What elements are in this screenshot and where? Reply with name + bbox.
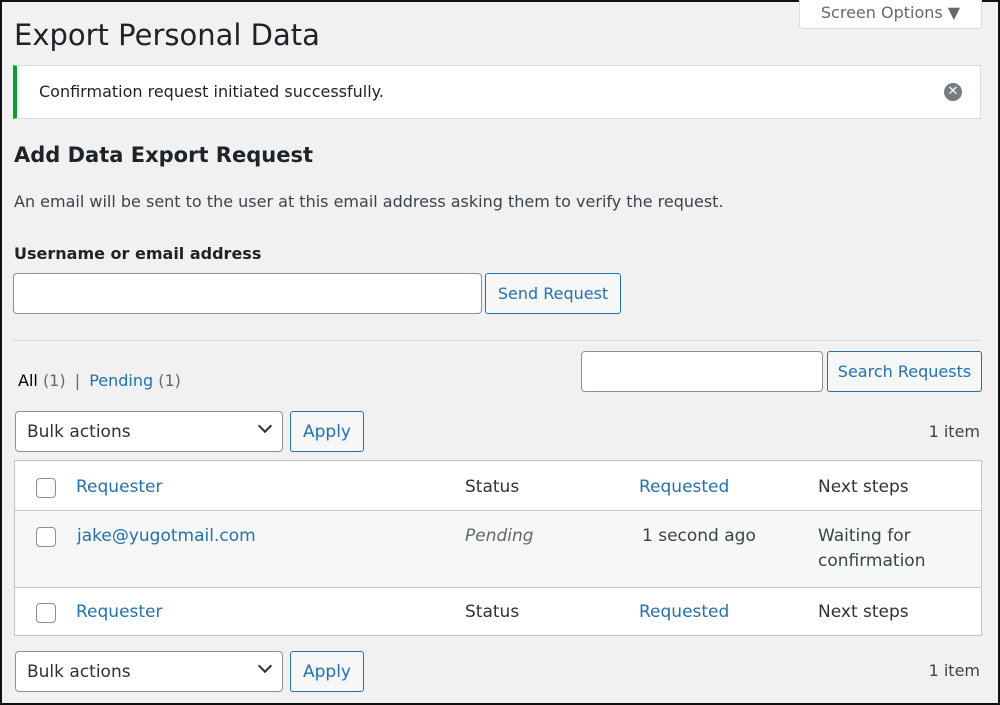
username-label: Username or email address: [14, 244, 262, 263]
filter-pending[interactable]: Pending: [89, 371, 153, 390]
column-next-steps-bottom: Next steps: [818, 602, 909, 622]
column-requested-bottom[interactable]: Requested: [639, 602, 729, 622]
select-all-checkbox-bottom[interactable]: [36, 603, 56, 623]
search-input[interactable]: [581, 351, 823, 392]
column-status-bottom: Status: [465, 602, 520, 622]
bulk-actions-value: Bulk actions: [27, 421, 131, 442]
column-status: Status: [465, 477, 520, 497]
search-requests-button[interactable]: Search Requests: [827, 351, 982, 392]
table-footer: Requester Status Requested Next steps: [15, 589, 981, 635]
table-row: jake@yugotmail.com Pending 1 second ago …: [15, 512, 981, 588]
next-steps-line1: Waiting for: [818, 526, 911, 546]
column-requester-bottom[interactable]: Requester: [76, 602, 163, 622]
next-steps-line2: confirmation: [818, 551, 926, 571]
select-all-checkbox[interactable]: [36, 478, 56, 498]
username-email-input[interactable]: [13, 273, 482, 314]
chevron-down-icon: [257, 658, 273, 674]
status-value: Pending: [465, 526, 534, 546]
column-requested[interactable]: Requested: [639, 477, 729, 497]
requester-email[interactable]: jake@yugotmail.com: [77, 526, 256, 546]
page-title: Export Personal Data: [14, 18, 320, 52]
screen-options-button[interactable]: Screen Options ▼: [799, 0, 982, 29]
column-requester[interactable]: Requester: [76, 477, 163, 497]
success-notice: Confirmation request initiated successfu…: [13, 65, 981, 119]
notice-text: Confirmation request initiated successfu…: [39, 82, 384, 101]
item-count-top: 1 item: [928, 422, 980, 441]
bulk-actions-select-top[interactable]: Bulk actions: [15, 411, 283, 452]
table-header: Requester Status Requested Next steps: [15, 461, 981, 511]
filter-all-count: (1): [42, 371, 66, 390]
item-count-bottom: 1 item: [928, 661, 980, 680]
requested-value: 1 second ago: [642, 526, 756, 546]
form-description: An email will be sent to the user at thi…: [14, 192, 724, 211]
close-circle-icon[interactable]: ✕: [944, 83, 962, 101]
status-filters: All (1) | Pending (1): [18, 371, 181, 390]
filter-pending-count: (1): [158, 371, 181, 390]
bulk-actions-value-bottom: Bulk actions: [27, 661, 131, 682]
requests-table: Requester Status Requested Next steps ja…: [14, 460, 982, 636]
row-checkbox[interactable]: [36, 527, 56, 547]
send-request-button[interactable]: Send Request: [485, 273, 621, 314]
divider: [13, 340, 981, 341]
column-next-steps: Next steps: [818, 477, 909, 497]
apply-button-top[interactable]: Apply: [290, 411, 364, 452]
chevron-down-icon: [257, 418, 273, 434]
form-heading: Add Data Export Request: [14, 143, 313, 167]
filter-all[interactable]: All: [18, 371, 38, 390]
bulk-actions-select-bottom[interactable]: Bulk actions: [15, 651, 283, 692]
apply-button-bottom[interactable]: Apply: [290, 651, 364, 692]
filter-separator: |: [74, 371, 81, 390]
